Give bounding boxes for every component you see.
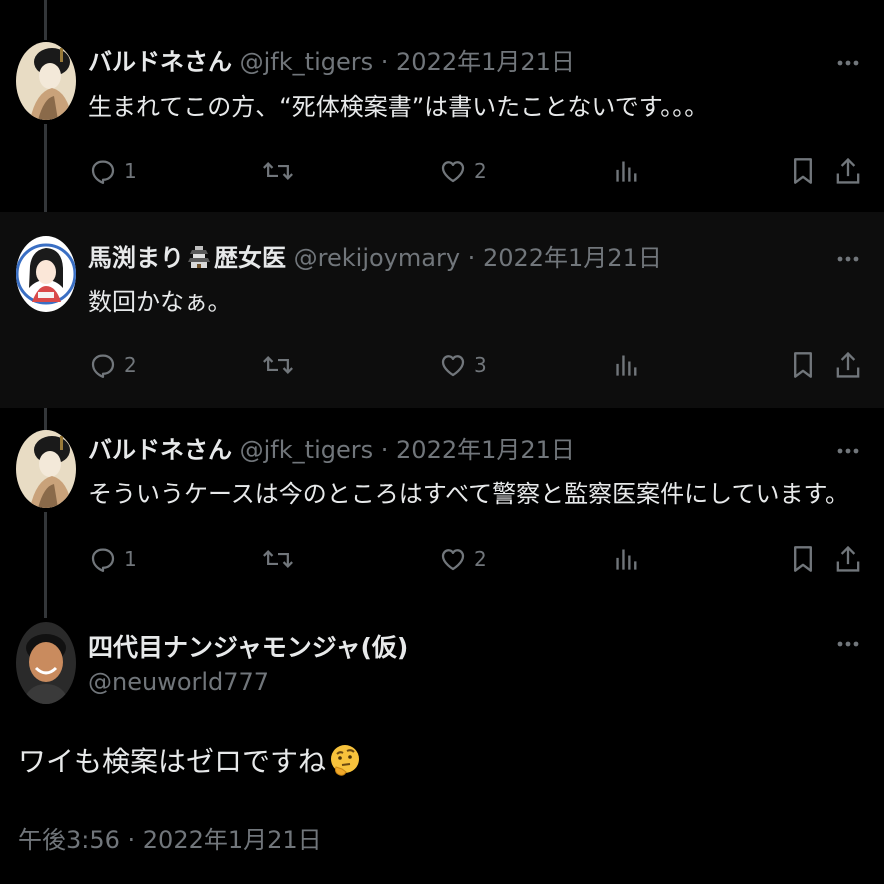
retweet-icon: [263, 162, 293, 180]
main-avatar[interactable]: [16, 622, 76, 704]
bookmark-icon: [794, 158, 812, 184]
reply-button[interactable]: 1: [88, 542, 137, 576]
share-icon: [836, 545, 860, 572]
like-button[interactable]: 2: [438, 542, 487, 576]
action-bar: 1 2: [88, 154, 868, 188]
reply-tweet[interactable]: バルドネさん @jfk_tigers · 2022年1月21日 生まれてこの方、…: [0, 0, 884, 212]
display-name-part[interactable]: 馬渕まり: [88, 244, 184, 272]
main-tweet-timestamp[interactable]: 午後3:56 · 2022年1月21日: [18, 820, 322, 855]
castle-icon: [188, 246, 210, 268]
action-bar: 2 3: [88, 348, 868, 382]
bookmark-button[interactable]: [790, 348, 816, 382]
reply-count: 1: [124, 159, 137, 183]
bookmark-icon: [794, 352, 812, 378]
reply-tweet[interactable]: バルドネさん @jfk_tigers · 2022年1月21日 そういうケースは…: [0, 408, 884, 604]
separator: ·: [467, 244, 476, 272]
display-name[interactable]: バルドネさん: [88, 48, 232, 76]
reply-count: 1: [124, 547, 137, 571]
share-button[interactable]: [834, 542, 862, 576]
separator: ·: [380, 436, 389, 464]
views-chart-icon: [616, 549, 637, 570]
tweet-text: 生まれてこの方、“死体検案書”は書いたことないです。。。: [88, 93, 709, 121]
retweet-button[interactable]: [262, 542, 294, 576]
user-handle[interactable]: @jfk_tigers: [240, 436, 373, 464]
reply-button[interactable]: 2: [88, 348, 137, 382]
main-user-handle[interactable]: @neuworld777: [88, 668, 269, 696]
retweet-button[interactable]: [262, 348, 294, 382]
retweet-icon: [263, 550, 293, 568]
tweet-date[interactable]: 2022年1月21日: [396, 436, 575, 464]
retweet-button[interactable]: [262, 154, 294, 188]
reply-icon: [91, 548, 115, 572]
avatar[interactable]: [16, 42, 76, 120]
like-count: 2: [474, 547, 487, 571]
views-button[interactable]: [614, 542, 640, 576]
tweet-text: そういうケースは今のところはすべて警察と監察医案件にしています。: [88, 480, 850, 508]
bookmark-button[interactable]: [790, 154, 816, 188]
more-options-icon[interactable]: [836, 639, 860, 649]
more-options-icon[interactable]: [836, 58, 860, 68]
bookmark-icon: [794, 546, 812, 572]
tweet-header: バルドネさん @jfk_tigers · 2022年1月21日: [88, 46, 575, 78]
thinking-face-emoji-icon: [331, 745, 360, 776]
tweet-header: バルドネさん @jfk_tigers · 2022年1月21日: [88, 434, 575, 466]
separator: ·: [380, 48, 389, 76]
reply-icon: [91, 160, 115, 184]
tweet-date[interactable]: 2022年1月21日: [396, 48, 575, 76]
main-tweet-text: ワイも検案はゼロですね: [18, 745, 327, 778]
retweet-icon: [263, 356, 293, 374]
main-display-name[interactable]: 四代目ナンジャモンジャ(仮): [88, 628, 408, 664]
like-button[interactable]: 3: [438, 348, 487, 382]
views-button[interactable]: [614, 348, 640, 382]
share-button[interactable]: [834, 348, 862, 382]
views-chart-icon: [616, 161, 637, 182]
tweet-header: 馬渕まり 歴女医 @rekijoymary · 2022年1月21日: [88, 242, 662, 274]
heart-icon: [441, 355, 465, 377]
views-button[interactable]: [614, 154, 640, 188]
heart-icon: [441, 549, 465, 571]
display-name[interactable]: バルドネさん: [88, 436, 232, 464]
avatar[interactable]: [16, 430, 76, 508]
reply-count: 2: [124, 353, 137, 377]
views-chart-icon: [616, 355, 637, 376]
display-name-part[interactable]: 歴女医: [214, 244, 286, 272]
heart-icon: [441, 161, 465, 183]
like-count: 3: [474, 353, 487, 377]
tweet-date[interactable]: 2022年1月21日: [483, 244, 662, 272]
share-icon: [836, 351, 860, 378]
main-tweet-text-row: ワイも検案はゼロですね: [18, 740, 362, 780]
reply-button[interactable]: 1: [88, 154, 137, 188]
user-handle[interactable]: @jfk_tigers: [240, 48, 373, 76]
tweet-text: 数回かなぁ。: [88, 288, 232, 316]
bookmark-button[interactable]: [790, 542, 816, 576]
share-button[interactable]: [834, 154, 862, 188]
reply-tweet[interactable]: 馬渕まり 歴女医 @rekijoymary · 2022年1月21日 数回かなぁ。…: [0, 212, 884, 408]
like-button[interactable]: 2: [438, 154, 487, 188]
user-handle[interactable]: @rekijoymary: [294, 244, 460, 272]
reply-icon: [91, 354, 115, 378]
action-bar: 1 2: [88, 542, 868, 576]
like-count: 2: [474, 159, 487, 183]
avatar[interactable]: [16, 236, 76, 312]
more-options-icon[interactable]: [836, 446, 860, 456]
share-icon: [836, 157, 860, 184]
more-options-icon[interactable]: [836, 254, 860, 264]
